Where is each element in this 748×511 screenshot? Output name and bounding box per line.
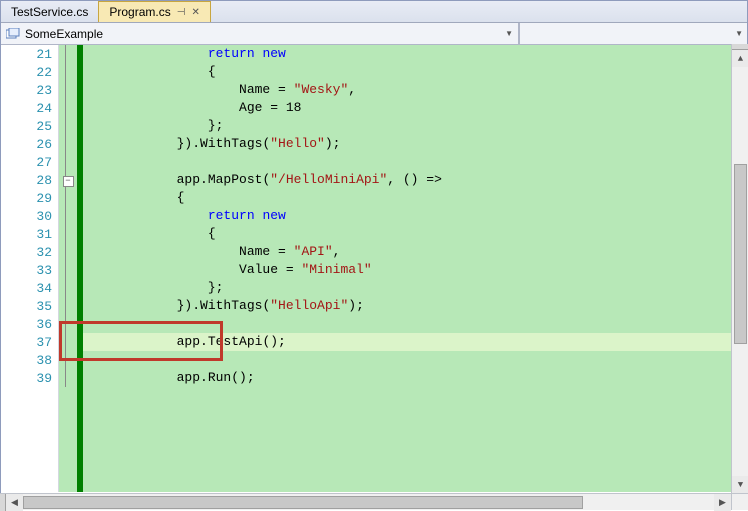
- code-line[interactable]: {: [83, 189, 747, 207]
- horizontal-scrollbar[interactable]: ◀ ▶: [0, 493, 731, 510]
- code-line[interactable]: [83, 315, 747, 333]
- pin-icon[interactable]: ⊣: [177, 7, 186, 18]
- line-number: 24: [1, 99, 52, 117]
- line-number: 28: [1, 171, 52, 189]
- tab-program[interactable]: Program.cs ⊣ ✕: [98, 1, 210, 22]
- line-number: 37: [1, 333, 52, 351]
- code-line[interactable]: };: [83, 279, 747, 297]
- scroll-left-button[interactable]: ◀: [6, 494, 23, 511]
- chevron-down-icon: ▼: [505, 29, 513, 38]
- line-number: 32: [1, 243, 52, 261]
- line-number: 25: [1, 117, 52, 135]
- code-line[interactable]: }).WithTags("HelloApi");: [83, 297, 747, 315]
- scroll-corner: [731, 493, 748, 510]
- namespace-icon: [6, 28, 20, 40]
- line-number: 38: [1, 351, 52, 369]
- scroll-down-button[interactable]: ▼: [732, 476, 748, 493]
- code-line[interactable]: Name = "Wesky",: [83, 81, 747, 99]
- code-line[interactable]: Value = "Minimal": [83, 261, 747, 279]
- code-content[interactable]: return new { Name = "Wesky", Age = 18 };…: [83, 45, 747, 387]
- fold-toggle[interactable]: −: [63, 176, 74, 187]
- code-line[interactable]: };: [83, 117, 747, 135]
- scroll-right-button[interactable]: ▶: [714, 494, 731, 511]
- line-number: 39: [1, 369, 52, 387]
- line-number: 29: [1, 189, 52, 207]
- code-line[interactable]: app.Run();: [83, 369, 747, 387]
- tab-label: TestService.cs: [11, 5, 88, 19]
- tab-testservice[interactable]: TestService.cs: [1, 1, 98, 22]
- line-number: 23: [1, 81, 52, 99]
- line-number: 33: [1, 261, 52, 279]
- horizontal-scroll-thumb[interactable]: [23, 496, 583, 509]
- code-line[interactable]: [83, 351, 747, 369]
- breadcrumb-member-dropdown[interactable]: ▼: [519, 23, 747, 44]
- code-line[interactable]: {: [83, 225, 747, 243]
- line-number: 36: [1, 315, 52, 333]
- line-number: 35: [1, 297, 52, 315]
- code-line[interactable]: app.MapPost("/HelloMiniApi", () =>: [83, 171, 747, 189]
- code-line[interactable]: [83, 153, 747, 171]
- code-line[interactable]: Age = 18: [83, 99, 747, 117]
- code-editor[interactable]: 21222324252627282930313233343536373839 −…: [1, 45, 747, 492]
- breadcrumb-namespace-dropdown[interactable]: SomeExample ▼: [1, 23, 519, 44]
- line-number: 34: [1, 279, 52, 297]
- fold-column: −: [59, 45, 77, 492]
- code-line[interactable]: }).WithTags("Hello");: [83, 135, 747, 153]
- tab-label: Program.cs: [109, 5, 170, 19]
- code-line[interactable]: app.TestApi();: [83, 333, 747, 351]
- line-number: 22: [1, 63, 52, 81]
- line-number: 30: [1, 207, 52, 225]
- code-line[interactable]: return new: [83, 45, 747, 63]
- line-number: 21: [1, 45, 52, 63]
- code-line[interactable]: {: [83, 63, 747, 81]
- tab-bar: TestService.cs Program.cs ⊣ ✕: [1, 1, 747, 23]
- chevron-down-icon: ▼: [735, 29, 743, 38]
- close-icon[interactable]: ✕: [191, 7, 199, 18]
- code-line[interactable]: Name = "API",: [83, 243, 747, 261]
- line-number-gutter: 21222324252627282930313233343536373839: [1, 45, 59, 492]
- line-number: 31: [1, 225, 52, 243]
- line-number: 27: [1, 153, 52, 171]
- breadcrumb-namespace-label: SomeExample: [25, 27, 103, 41]
- breadcrumb-bar: SomeExample ▼ ▼: [1, 23, 747, 45]
- line-number: 26: [1, 135, 52, 153]
- code-line[interactable]: return new: [83, 207, 747, 225]
